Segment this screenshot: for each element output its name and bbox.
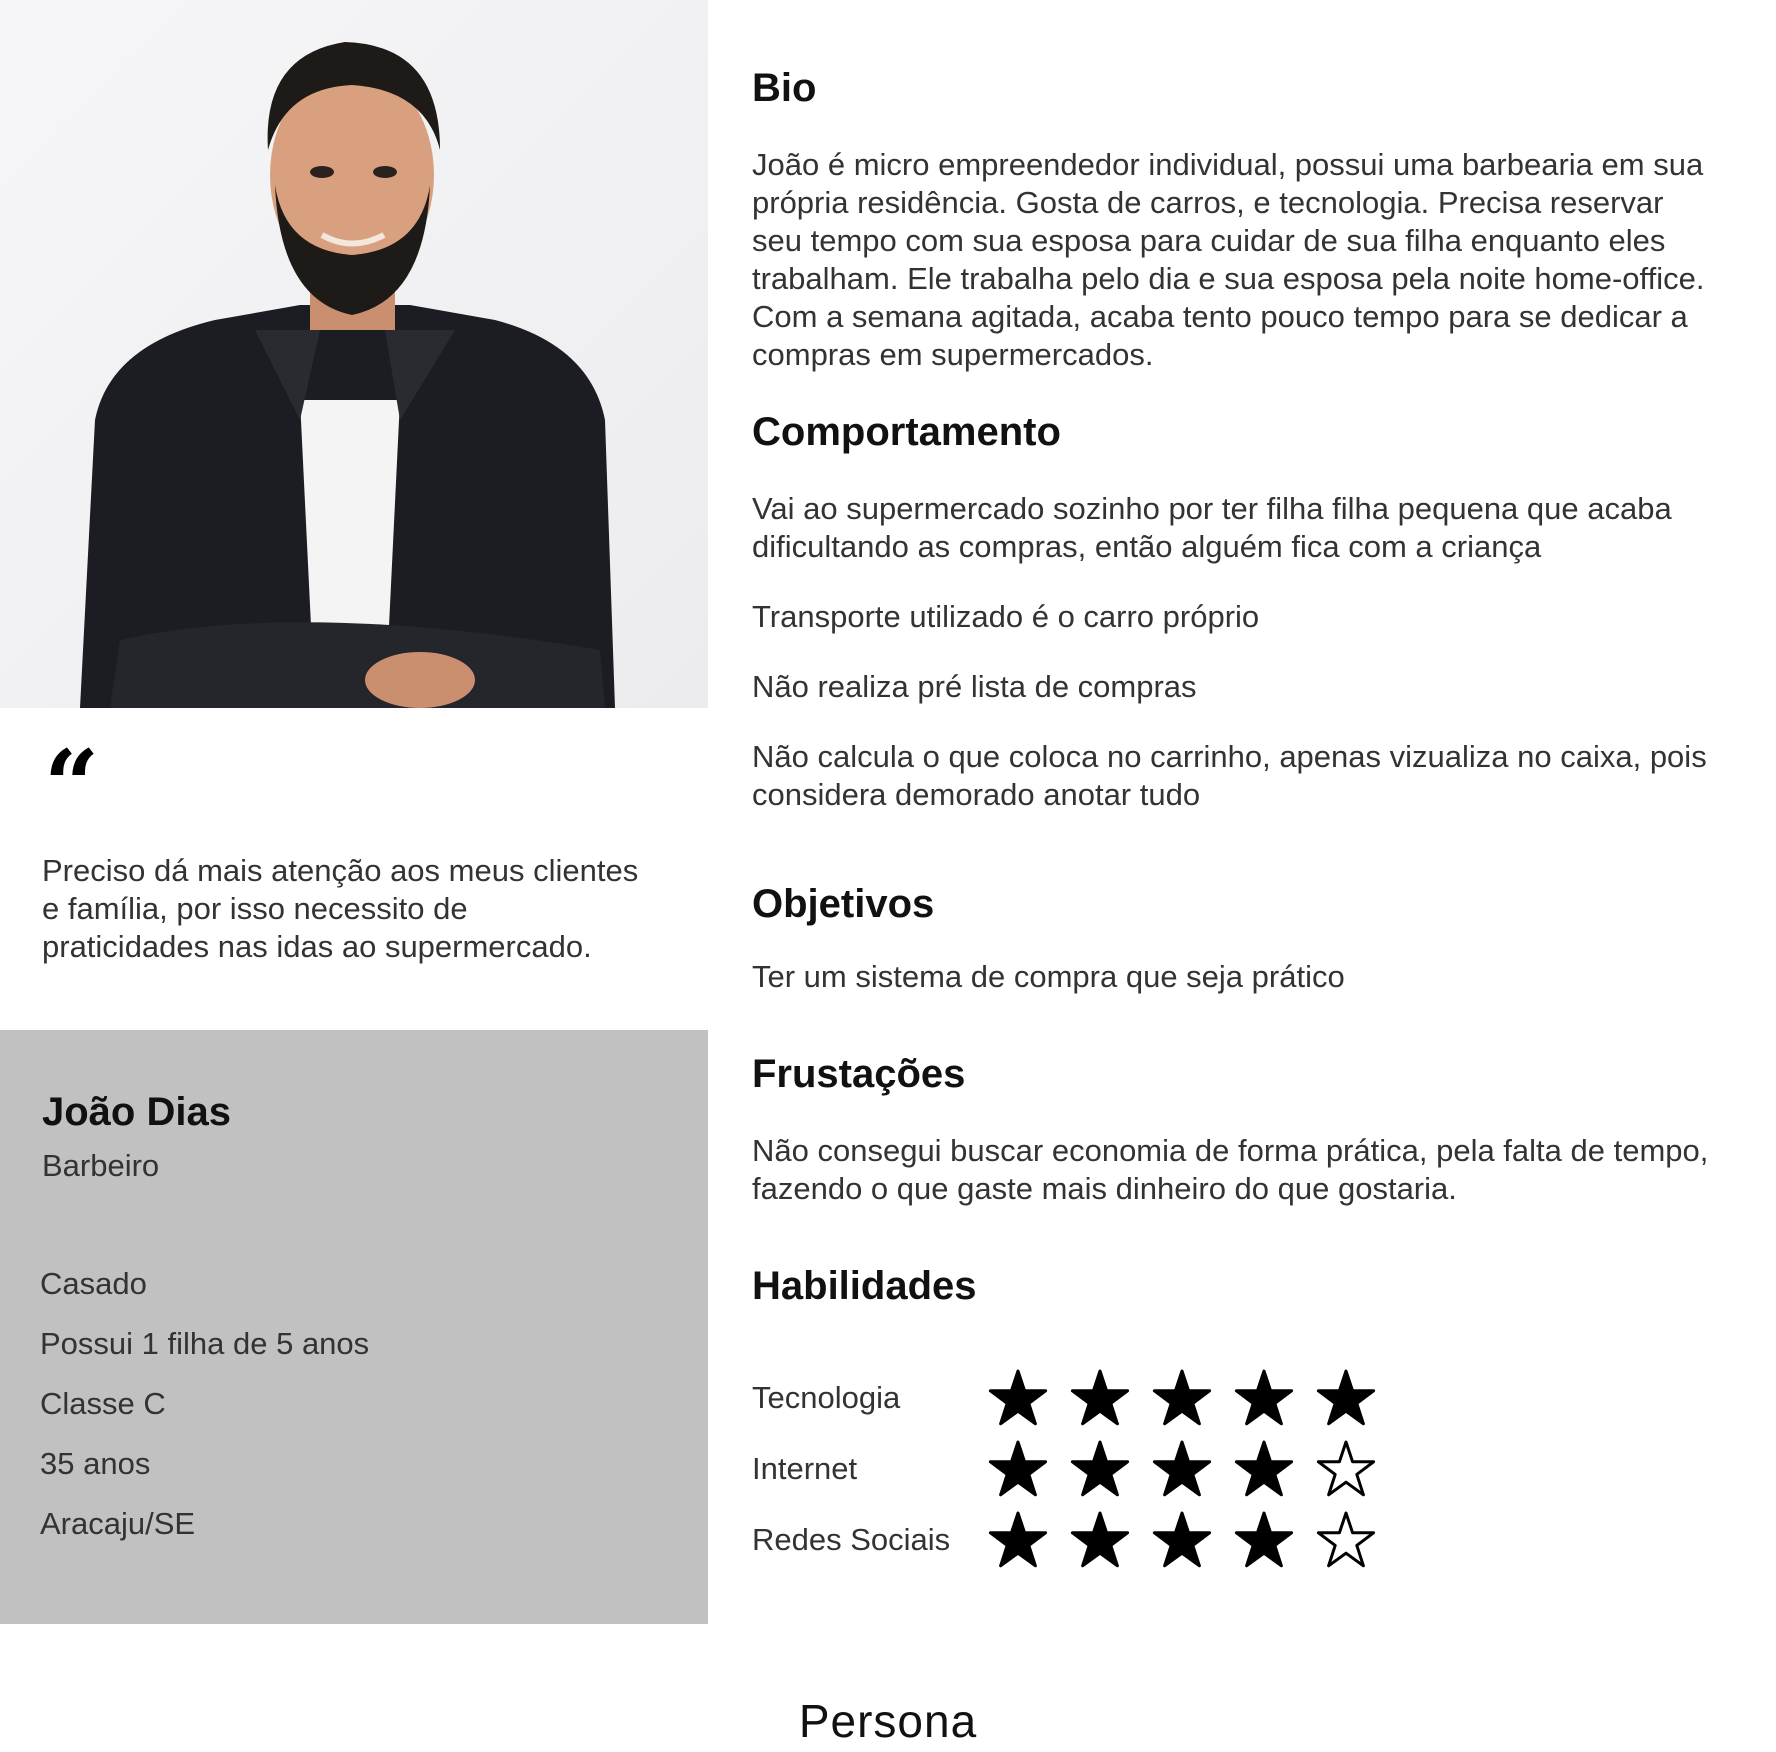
star-filled-icon [988, 1369, 1048, 1425]
skill-rating [988, 1439, 1376, 1499]
bio-heading: Bio [752, 66, 817, 110]
skills-list: Tecnologia Internet Redes Sociais [752, 1362, 1376, 1575]
skill-label: Tecnologia [752, 1379, 901, 1415]
behavior-item: Vai ao supermercado sozinho por ter filh… [752, 491, 1672, 564]
skill-rating [988, 1368, 1376, 1428]
behavior-list: Vai ao supermercado sozinho por ter filh… [752, 490, 1712, 814]
persona-photo [0, 0, 708, 708]
skill-label: Redes Sociais [752, 1521, 951, 1557]
fact-item: Casado [40, 1266, 147, 1301]
star-filled-icon [1070, 1440, 1130, 1496]
frustrations-heading: Frustações [752, 1052, 966, 1096]
skill-row: Internet [752, 1433, 1376, 1504]
fact-item: 35 anos [40, 1446, 151, 1481]
behavior-item: Não calcula o que coloca no carrinho, ap… [752, 739, 1707, 812]
star-filled-icon [988, 1440, 1048, 1496]
persona-name: João Dias [42, 1090, 231, 1134]
footer-title: Persona [798, 1695, 978, 1747]
fact-item: Possui 1 filha de 5 anos [40, 1326, 370, 1361]
star-filled-icon [1152, 1440, 1212, 1496]
star-filled-icon [988, 1511, 1048, 1567]
fact-item: Classe C [40, 1386, 166, 1421]
star-filled-icon [1234, 1369, 1294, 1425]
behavior-item: Não realiza pré lista de compras [752, 669, 1197, 704]
skill-rating [988, 1510, 1376, 1570]
fact-item: Aracaju/SE [40, 1506, 196, 1541]
star-filled-icon [1070, 1369, 1130, 1425]
star-filled-icon [1234, 1440, 1294, 1496]
skill-row: Redes Sociais [752, 1504, 1376, 1575]
persona-quote: Preciso dá mais atenção aos meus cliente… [42, 853, 639, 964]
skills-heading: Habilidades [752, 1264, 977, 1308]
persona-facts: Casado Possui 1 filha de 5 anos Classe C… [40, 1264, 369, 1564]
skill-row: Tecnologia [752, 1362, 1376, 1433]
skill-label: Internet [752, 1450, 858, 1486]
persona-occupation: Barbeiro [42, 1148, 160, 1183]
star-filled-icon [1234, 1511, 1294, 1567]
star-filled-icon [1152, 1369, 1212, 1425]
goals-text: Ter um sistema de compra que seja prátic… [752, 959, 1345, 994]
goals-heading: Objetivos [752, 882, 935, 926]
star-filled-icon [1070, 1511, 1130, 1567]
quote-mark-icon: “ [44, 729, 100, 842]
star-filled-icon [1316, 1369, 1376, 1425]
behavior-item: Transporte utilizado é o carro próprio [752, 599, 1260, 634]
star-empty-icon [1316, 1511, 1376, 1567]
star-filled-icon [1152, 1511, 1212, 1567]
behavior-heading: Comportamento [752, 410, 1061, 454]
bio-text: João é micro empreendedor individual, po… [752, 147, 1705, 372]
frustrations-text: Não consegui buscar economia de forma pr… [752, 1133, 1709, 1206]
star-empty-icon [1316, 1440, 1376, 1496]
